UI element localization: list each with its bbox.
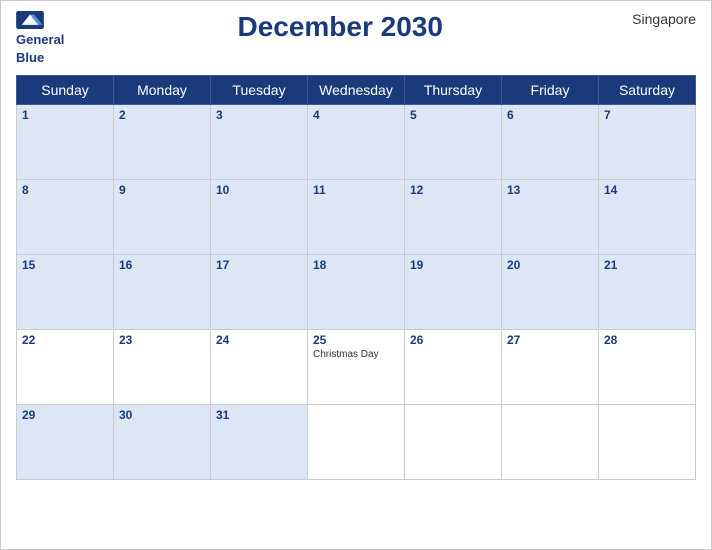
date-number: 25 <box>313 333 399 347</box>
calendar-day-cell: 7 <box>599 105 696 180</box>
calendar-week-row: 22 23 24 25 Christmas Day 26 27 28 <box>17 330 696 405</box>
calendar-day-cell: 25 Christmas Day <box>308 330 405 405</box>
date-number: 27 <box>507 333 593 347</box>
calendar-day-cell: 18 <box>308 255 405 330</box>
calendar-day-cell: 14 <box>599 180 696 255</box>
calendar-week-row: 29 30 31 <box>17 405 696 480</box>
calendar-day-cell: 27 <box>502 330 599 405</box>
calendar-day-cell: 10 <box>211 180 308 255</box>
weekday-header-row: SundayMondayTuesdayWednesdayThursdayFrid… <box>17 76 696 105</box>
date-number: 11 <box>313 183 399 197</box>
calendar-container: General Blue December 2030 Singapore Sun… <box>0 0 712 550</box>
calendar-day-cell: 26 <box>405 330 502 405</box>
calendar-week-row: 89 10 11 12 13 14 <box>17 180 696 255</box>
date-number: 6 <box>507 108 593 122</box>
logo-area: General Blue <box>16 11 64 67</box>
weekday-header-cell: Saturday <box>599 76 696 105</box>
date-number: 24 <box>216 333 302 347</box>
calendar-body: 1234567891011121314151617181920212223242… <box>17 105 696 480</box>
date-number: 7 <box>604 108 690 122</box>
date-number: 10 <box>216 183 302 197</box>
date-number: 14 <box>604 183 690 197</box>
calendar-day-cell <box>599 405 696 480</box>
date-number: 22 <box>22 333 108 347</box>
date-number: 29 <box>22 408 108 422</box>
calendar-grid: SundayMondayTuesdayWednesdayThursdayFrid… <box>16 75 696 480</box>
calendar-day-cell: 9 <box>114 180 211 255</box>
calendar-day-cell <box>308 405 405 480</box>
country-label: Singapore <box>616 11 696 27</box>
weekday-header-cell: Thursday <box>405 76 502 105</box>
month-year-title: December 2030 <box>64 11 616 43</box>
calendar-day-cell: 29 <box>17 405 114 480</box>
date-number: 8 <box>22 183 108 197</box>
calendar-day-cell: 4 <box>308 105 405 180</box>
date-number: 19 <box>410 258 496 272</box>
weekday-header-cell: Monday <box>114 76 211 105</box>
calendar-day-cell: 23 <box>114 330 211 405</box>
date-number: 3 <box>216 108 302 122</box>
calendar-day-cell: 17 <box>211 255 308 330</box>
calendar-day-cell: 12 <box>405 180 502 255</box>
calendar-day-cell: 24 <box>211 330 308 405</box>
calendar-day-cell: 11 <box>308 180 405 255</box>
date-number: 17 <box>216 258 302 272</box>
logo-text: General Blue <box>16 31 64 67</box>
calendar-day-cell: 22 <box>17 330 114 405</box>
calendar-day-cell <box>405 405 502 480</box>
date-number: 2 <box>119 108 205 122</box>
date-number: 12 <box>410 183 496 197</box>
date-number: 31 <box>216 408 302 422</box>
date-number: 20 <box>507 258 593 272</box>
date-number: 15 <box>22 258 108 272</box>
calendar-day-cell: 16 <box>114 255 211 330</box>
date-number: 26 <box>410 333 496 347</box>
calendar-day-cell <box>502 405 599 480</box>
weekday-header-cell: Tuesday <box>211 76 308 105</box>
date-number: 4 <box>313 108 399 122</box>
date-number: 21 <box>604 258 690 272</box>
calendar-week-row: 15 16 17 18 19 20 21 <box>17 255 696 330</box>
calendar-day-cell: 5 <box>405 105 502 180</box>
event-label: Christmas Day <box>313 349 399 360</box>
calendar-day-cell: 20 <box>502 255 599 330</box>
calendar-day-cell: 31 <box>211 405 308 480</box>
date-number: 30 <box>119 408 205 422</box>
date-number: 13 <box>507 183 593 197</box>
date-number: 23 <box>119 333 205 347</box>
calendar-day-cell: 19 <box>405 255 502 330</box>
calendar-title: December 2030 <box>64 11 616 43</box>
calendar-day-cell: 13 <box>502 180 599 255</box>
calendar-header: General Blue December 2030 Singapore <box>16 11 696 67</box>
logo-icon <box>16 11 44 29</box>
date-number: 28 <box>604 333 690 347</box>
calendar-day-cell: 6 <box>502 105 599 180</box>
weekday-header-cell: Sunday <box>17 76 114 105</box>
weekday-header-cell: Wednesday <box>308 76 405 105</box>
date-number: 1 <box>22 108 108 122</box>
calendar-day-cell: 2 <box>114 105 211 180</box>
calendar-day-cell: 30 <box>114 405 211 480</box>
calendar-day-cell: 8 <box>17 180 114 255</box>
weekday-header-cell: Friday <box>502 76 599 105</box>
date-number: 9 <box>119 183 205 197</box>
calendar-week-row: 1234567 <box>17 105 696 180</box>
calendar-day-cell: 3 <box>211 105 308 180</box>
date-number: 5 <box>410 108 496 122</box>
calendar-day-cell: 15 <box>17 255 114 330</box>
calendar-day-cell: 1 <box>17 105 114 180</box>
calendar-day-cell: 21 <box>599 255 696 330</box>
date-number: 18 <box>313 258 399 272</box>
date-number: 16 <box>119 258 205 272</box>
calendar-day-cell: 28 <box>599 330 696 405</box>
